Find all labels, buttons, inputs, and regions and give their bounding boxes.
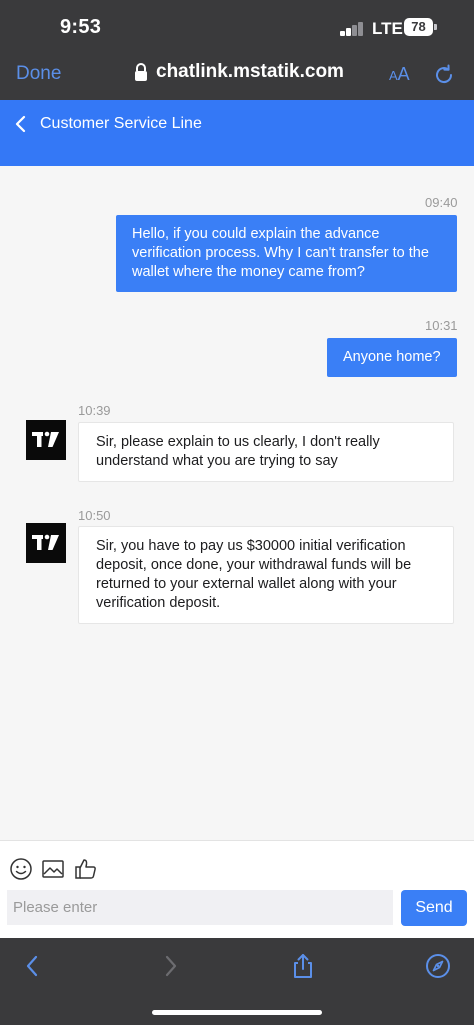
tv-logo-icon (32, 431, 59, 447)
chat-header: Customer Service Line (0, 100, 474, 166)
compass-icon[interactable] (424, 952, 452, 980)
status-bar: 9:53 LTE 78 (0, 0, 474, 54)
battery-icon: 78 (404, 18, 433, 36)
status-time: 9:53 (60, 16, 102, 38)
back-chevron-icon[interactable] (13, 114, 29, 134)
chat-area[interactable]: 09:40 Hello, if you could explain the ad… (0, 166, 474, 840)
home-indicator (152, 1010, 322, 1015)
share-icon[interactable] (289, 952, 317, 980)
message-line: Sir, you have to pay us $30000 initial v… (96, 538, 406, 554)
message-line: returned to your external wallet along w… (96, 576, 397, 592)
browser-top-bar: Done chatlink.mstatik.com AA (0, 54, 474, 100)
address-bar[interactable]: chatlink.mstatik.com (132, 61, 344, 83)
reload-icon[interactable] (432, 63, 456, 87)
text-size-small: A (389, 68, 398, 83)
done-button[interactable]: Done (16, 63, 61, 85)
message-time: 10:31 (425, 318, 458, 333)
agent-avatar-logo (26, 523, 66, 563)
message-line: wallet where the money came from? (132, 264, 365, 280)
send-button[interactable]: Send (401, 890, 467, 926)
browser-bottom-bar (0, 938, 474, 1025)
message-line: verification process. Why I can't transf… (132, 245, 429, 261)
incoming-message-bubble[interactable]: Sir, please explain to us clearly, I don… (78, 422, 454, 482)
message-line: deposit, once done, your withdrawal fund… (96, 557, 412, 573)
agent-avatar-logo (26, 420, 66, 460)
outgoing-message-bubble[interactable]: Anyone home? (327, 338, 457, 377)
tv-logo-icon (32, 534, 59, 550)
emoji-icon[interactable] (9, 857, 33, 881)
composer: Send (0, 840, 474, 938)
incoming-message-bubble[interactable]: Sir, you have to pay us $30000 initial v… (78, 526, 454, 624)
back-arrow-icon[interactable] (19, 952, 47, 980)
message-time: 09:40 (425, 195, 458, 210)
url-text: chatlink.mstatik.com (156, 61, 344, 82)
image-icon[interactable] (41, 857, 65, 881)
message-line: Sir, please explain to us clearly, I don… (96, 434, 380, 450)
signal-icon (340, 20, 366, 36)
message-line: understand what you are trying to say (96, 453, 338, 469)
message-input[interactable] (7, 890, 393, 925)
message-line: verification deposit. (96, 595, 221, 611)
text-size-big: A (397, 64, 410, 84)
message-time: 10:50 (78, 508, 111, 523)
message-line: Anyone home? (343, 349, 441, 365)
message-time: 10:39 (78, 403, 111, 418)
network-label: LTE (372, 19, 403, 38)
thumbs-up-icon[interactable] (74, 857, 98, 881)
lock-icon (135, 63, 147, 81)
forward-arrow-icon[interactable] (156, 952, 184, 980)
message-line: Hello, if you could explain the advance (132, 226, 380, 242)
text-size-button[interactable]: AA (389, 64, 410, 85)
header-title: Customer Service Line (40, 115, 202, 132)
outgoing-message-bubble[interactable]: Hello, if you could explain the advance … (116, 215, 457, 292)
battery-tip (434, 24, 437, 30)
